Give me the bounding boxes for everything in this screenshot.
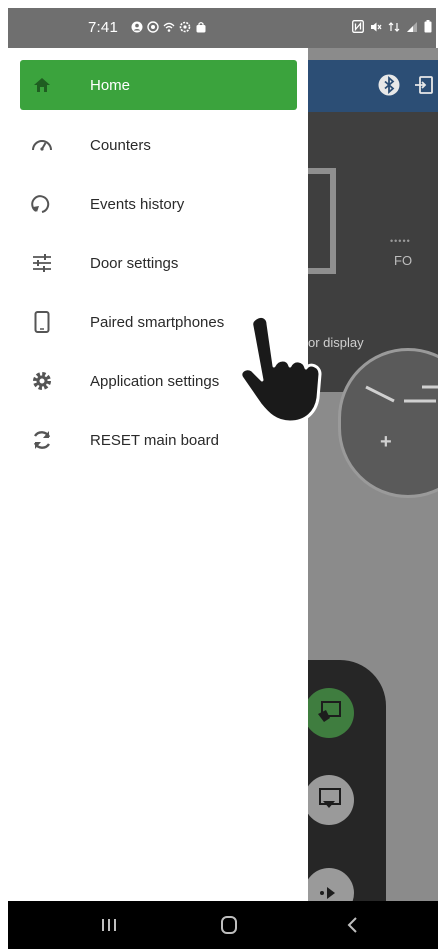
plus-icon: + <box>380 431 392 453</box>
history-icon <box>31 195 50 213</box>
bluetooth-icon <box>378 74 400 96</box>
background-fo-label: FO <box>394 253 413 268</box>
hand-pointer-icon <box>239 314 322 424</box>
background-app-bar <box>308 60 438 112</box>
screen-down-icon <box>319 788 341 808</box>
drawer-item-door-settings[interactable]: Door settings <box>20 238 297 288</box>
mute-icon <box>371 22 382 31</box>
mobile-data-icon <box>388 21 400 32</box>
settings-icon <box>179 21 191 33</box>
background-dots: ••••• <box>390 236 411 246</box>
account-icon <box>131 21 143 33</box>
smartphone-icon <box>34 311 50 333</box>
home-button[interactable] <box>214 913 244 937</box>
signal-icon <box>407 21 417 32</box>
location-icon <box>147 21 159 33</box>
nfc-icon <box>352 20 364 33</box>
background-panel <box>308 168 336 274</box>
drawer-item-home[interactable]: Home <box>20 60 297 110</box>
door-mode-icon <box>365 385 438 403</box>
back-button[interactable] <box>338 913 368 937</box>
drawer-item-label: RESET main board <box>90 431 219 449</box>
drawer-item-label: Counters <box>90 136 151 154</box>
drawer-item-label: Paired smartphones <box>90 313 225 331</box>
drawer-item-label: Application settings <box>90 372 220 390</box>
battery-icon <box>424 20 432 33</box>
logout-icon <box>415 76 433 94</box>
wifi-icon <box>163 22 175 32</box>
background-app: ••••• FO or display + <box>308 48 438 901</box>
drawer-item-label: Door settings <box>90 254 179 272</box>
drawer-item-events-history[interactable]: Events history <box>20 179 297 229</box>
status-time: 7:41 <box>88 19 118 36</box>
gear-icon <box>33 372 51 390</box>
sliders-icon <box>33 254 51 272</box>
home-icon <box>34 78 50 92</box>
drawer-item-label: Events history <box>90 195 185 213</box>
recents-button[interactable] <box>94 913 124 937</box>
hand-mode-icon <box>318 701 341 722</box>
navigation-drawer: Home Counters Events history Door settin… <box>8 48 308 901</box>
speedometer-icon <box>32 140 52 151</box>
drawer-item-counters[interactable]: Counters <box>20 120 297 170</box>
navigation-bar <box>8 901 438 949</box>
bag-icon <box>196 22 206 33</box>
status-bar: 7:41 <box>8 8 436 48</box>
reset-icon <box>33 431 51 449</box>
status-right-icons <box>352 20 432 33</box>
status-left-icons <box>131 21 207 33</box>
drawer-item-label: Home <box>90 76 131 94</box>
arrow-right-icon <box>320 887 335 899</box>
